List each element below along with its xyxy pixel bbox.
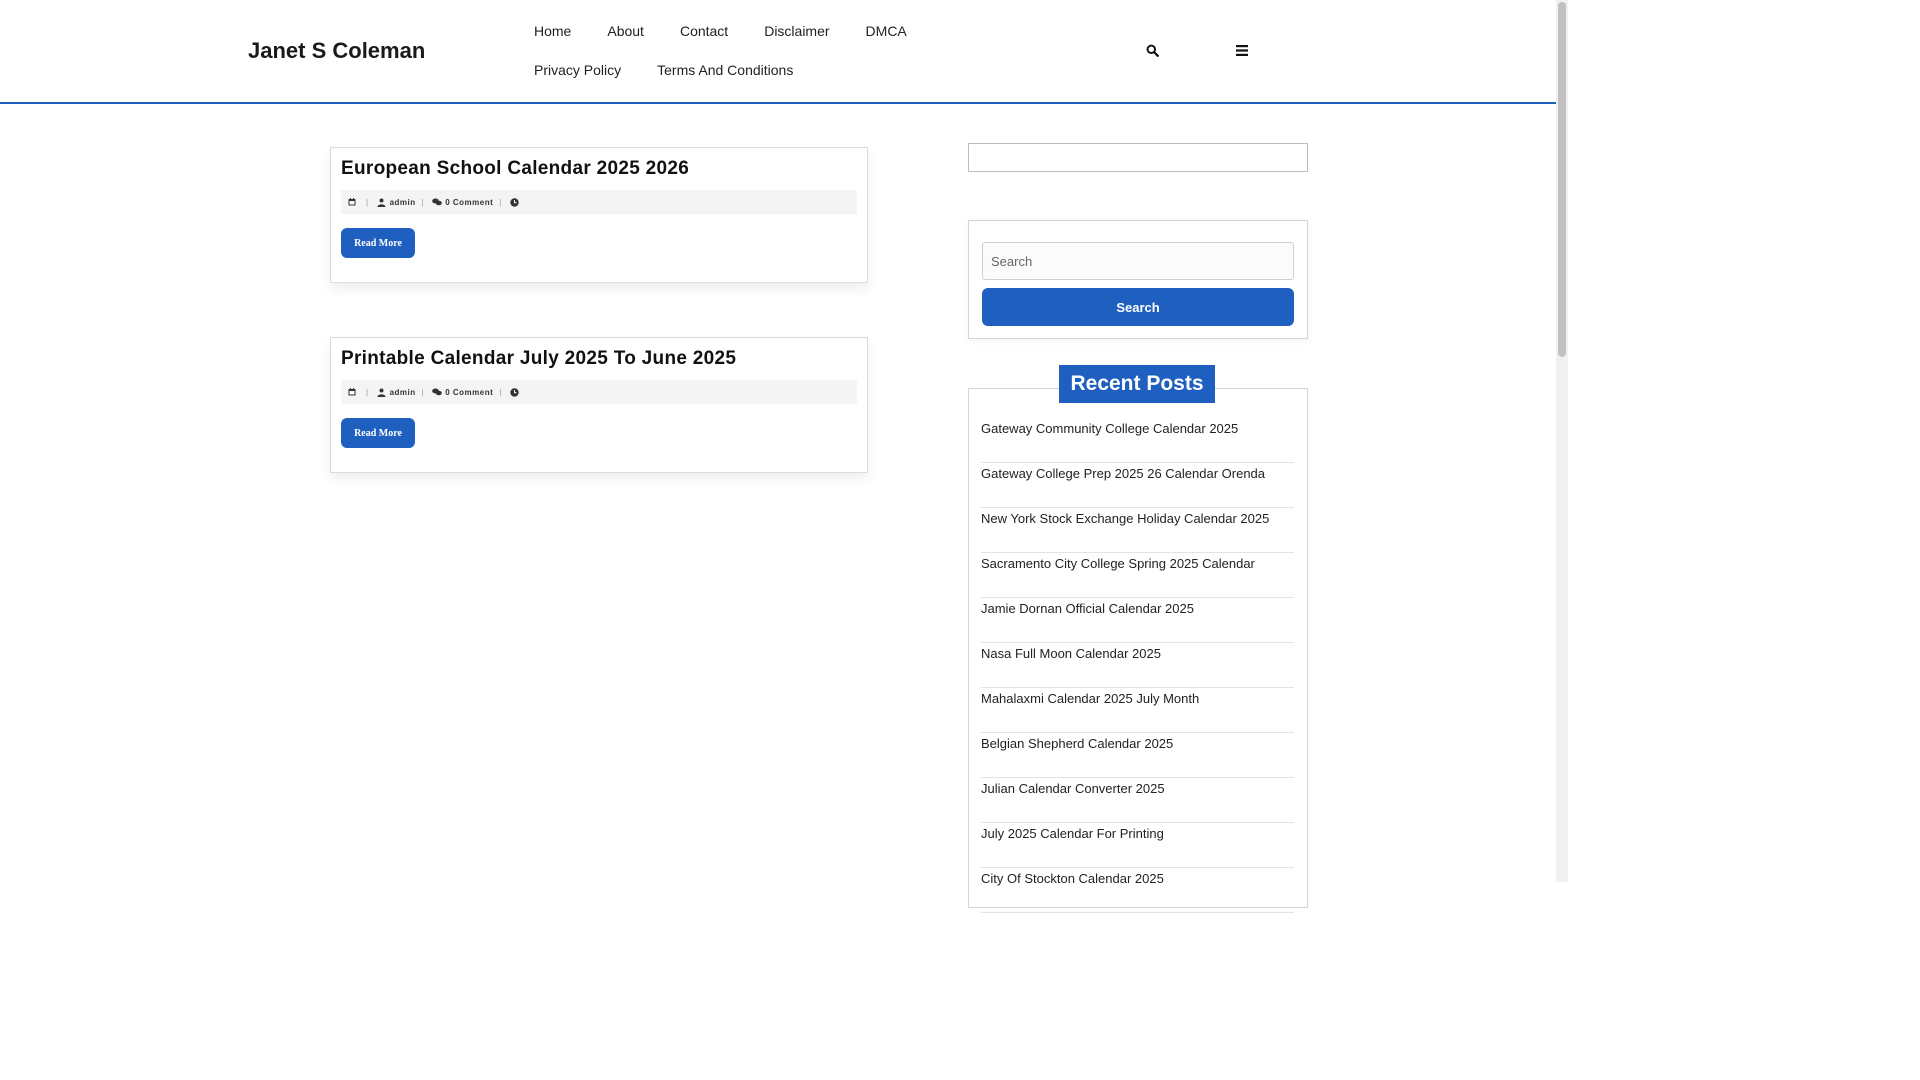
search-input[interactable] [982,242,1294,280]
main-nav: Home About Contact Disclaimer DMCA Priva… [516,12,1036,90]
menu-bars-icon[interactable] [1234,42,1250,58]
recent-post-link[interactable]: Nasa Full Moon Calendar 2025 [981,646,1161,661]
recent-posts-list: Gateway Community College Calendar 2025 … [981,418,1294,913]
nav-item-contact[interactable]: Contact [662,12,746,51]
post-author[interactable]: admin [390,198,416,207]
clock-icon [509,196,521,208]
post-author[interactable]: admin [390,388,416,397]
recent-post-link[interactable]: Julian Calendar Converter 2025 [981,781,1165,796]
recent-post-link[interactable]: Jamie Dornan Official Calendar 2025 [981,601,1194,616]
user-icon [376,386,388,398]
recent-post-link[interactable]: Gateway College Prep 2025 26 Calendar Or… [981,466,1265,481]
recent-post-link[interactable]: Sacramento City College Spring 2025 Cale… [981,556,1255,571]
post-meta: | admin | 0 Comment | [341,190,857,214]
recent-posts-heading: Recent Posts [1059,365,1215,403]
nav-item-home[interactable]: Home [516,12,589,51]
list-item: Sacramento City College Spring 2025 Cale… [981,553,1294,598]
post-title[interactable]: European School Calendar 2025 2026 [341,158,689,180]
list-item: New York Stock Exchange Holiday Calendar… [981,508,1294,553]
recent-post-link[interactable]: New York Stock Exchange Holiday Calendar… [981,511,1269,526]
nav-item-disclaimer[interactable]: Disclaimer [746,12,847,51]
post-comments[interactable]: 0 Comment [445,388,493,397]
list-item: Julian Calendar Converter 2025 [981,778,1294,823]
read-more-button[interactable]: Read More [341,228,415,258]
nav-item-about[interactable]: About [589,12,662,51]
search-button[interactable]: Search [982,288,1294,326]
recent-post-link[interactable]: City Of Stockton Calendar 2025 [981,871,1164,886]
site-header: Janet S Coleman Home About Contact Discl… [0,0,1556,104]
clock-icon [509,386,521,398]
meta-separator: | [421,387,425,397]
post-meta: | admin | 0 Comment | [341,380,857,404]
list-item: July 2025 Calendar For Printing [981,823,1294,868]
nav-item-terms[interactable]: Terms And Conditions [639,51,811,90]
recent-post-link[interactable]: July 2025 Calendar For Printing [981,826,1164,841]
search-widget: Search [968,220,1308,339]
meta-separator: | [499,197,502,207]
meta-separator: | [421,197,425,207]
comments-icon [431,196,443,208]
post-title[interactable]: Printable Calendar July 2025 To June 202… [341,348,736,370]
list-item: Mahalaxmi Calendar 2025 July Month [981,688,1294,733]
site-title[interactable]: Janet S Coleman [248,38,425,64]
list-item: City Of Stockton Calendar 2025 [981,868,1294,913]
nav-item-privacy-policy[interactable]: Privacy Policy [516,51,639,90]
meta-separator: | [366,197,369,207]
meta-separator: | [499,387,502,397]
scrollbar-thumb[interactable] [1558,2,1566,357]
recent-post-link[interactable]: Gateway Community College Calendar 2025 [981,421,1238,436]
nav-item-dmca[interactable]: DMCA [848,12,925,51]
list-item: Gateway College Prep 2025 26 Calendar Or… [981,463,1294,508]
list-item: Belgian Shepherd Calendar 2025 [981,733,1294,778]
post-card: Printable Calendar July 2025 To June 202… [330,337,868,473]
post-card: European School Calendar 2025 2026 | adm… [330,147,868,283]
comments-icon [431,386,443,398]
search-icon[interactable] [1144,42,1160,58]
user-icon [376,196,388,208]
page-scrollbar[interactable] [1556,0,1568,882]
calendar-icon [346,196,358,208]
list-item: Nasa Full Moon Calendar 2025 [981,643,1294,688]
list-item: Jamie Dornan Official Calendar 2025 [981,598,1294,643]
calendar-icon [346,386,358,398]
empty-widget [968,143,1308,172]
list-item: Gateway Community College Calendar 2025 [981,418,1294,463]
meta-separator: | [366,387,369,397]
post-comments[interactable]: 0 Comment [445,198,493,207]
read-more-button[interactable]: Read More [341,418,415,448]
recent-post-link[interactable]: Mahalaxmi Calendar 2025 July Month [981,691,1199,706]
recent-post-link[interactable]: Belgian Shepherd Calendar 2025 [981,736,1173,751]
